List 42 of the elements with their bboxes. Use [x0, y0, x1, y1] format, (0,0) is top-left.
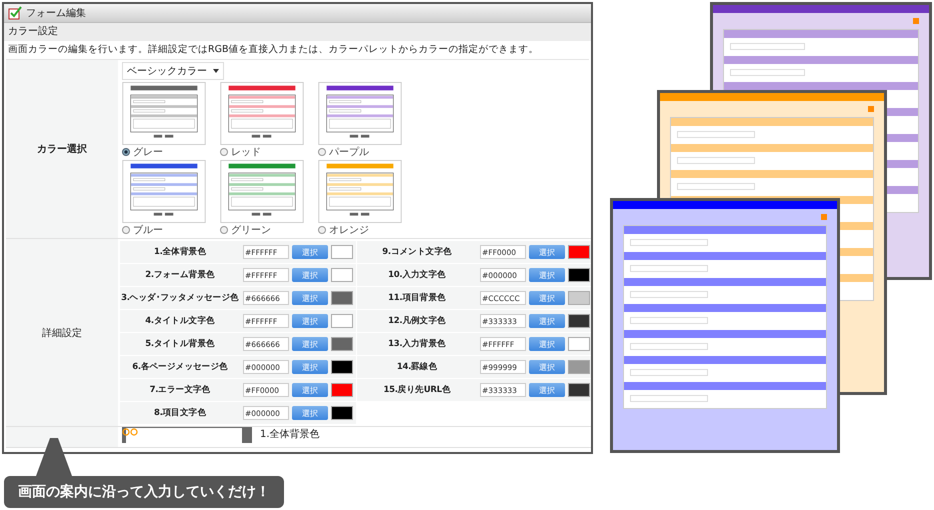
theme-thumbnail[interactable] [122, 160, 206, 223]
section-title: カラー設定 [4, 23, 591, 41]
theme-thumbnail[interactable] [318, 82, 402, 145]
field-label: 6.各ページメッセージ色 [131, 361, 229, 373]
preview-label: 1.全体背景色 [260, 428, 320, 442]
description-text: 画面カラーの編集を行います。詳細設定ではRGB値を直接入力または、カラーパレットからカラーの指定ができます。 [7, 43, 540, 57]
radio-label: レッド [231, 146, 261, 159]
theme-thumbnail[interactable] [220, 160, 304, 223]
field-label: 4.タイトル文字色 [144, 315, 216, 327]
radio-label: グレー [133, 146, 163, 159]
field-label: 3.ヘッダ･フッタメッセージ色 [120, 292, 240, 304]
field-label: 5.タイトル背景色 [144, 338, 216, 350]
field-label: 1.全体背景色 [152, 246, 208, 258]
field-label: 10.入力文字色 [387, 269, 447, 281]
radio-button[interactable] [318, 226, 326, 234]
field-label: 9.コメント文字色 [381, 246, 453, 258]
row-label: 詳細設定 [6, 239, 118, 427]
radio-button[interactable] [220, 226, 228, 234]
theme-thumbnail[interactable] [318, 160, 402, 223]
radio-button[interactable] [318, 148, 326, 156]
field-label: 13.入力背景色 [387, 338, 447, 350]
field-label: 12.凡例文字色 [387, 315, 447, 327]
callout-text: 画面の案内に沿って入力していくだけ！ [18, 484, 270, 500]
radio-button[interactable] [220, 148, 228, 156]
theme-thumbnail[interactable] [220, 82, 304, 145]
radio-label: オレンジ [329, 224, 369, 237]
radio-button[interactable] [122, 226, 130, 234]
radio-button[interactable] [122, 148, 130, 156]
field-label: 11.項目背景色 [387, 292, 447, 304]
preset-dropdown[interactable]: ベーシックカラー [122, 62, 224, 80]
field-label: 15.戻り先URL色 [382, 384, 452, 396]
window-title: フォーム編集 [26, 7, 86, 20]
field-label: 8.項目文字色 [152, 407, 208, 419]
row-label: カラー選択 [6, 60, 118, 239]
field-label: 14.罫線色 [396, 361, 438, 373]
field-label: 2.フォーム背景色 [144, 269, 216, 281]
radio-label: パープル [329, 146, 369, 159]
caret-icon [213, 69, 219, 73]
field-label: 7.エラー文字色 [148, 384, 212, 396]
radio-label: グリーン [231, 224, 271, 237]
radio-label: ブルー [133, 224, 163, 237]
theme-thumbnail[interactable] [122, 82, 206, 145]
